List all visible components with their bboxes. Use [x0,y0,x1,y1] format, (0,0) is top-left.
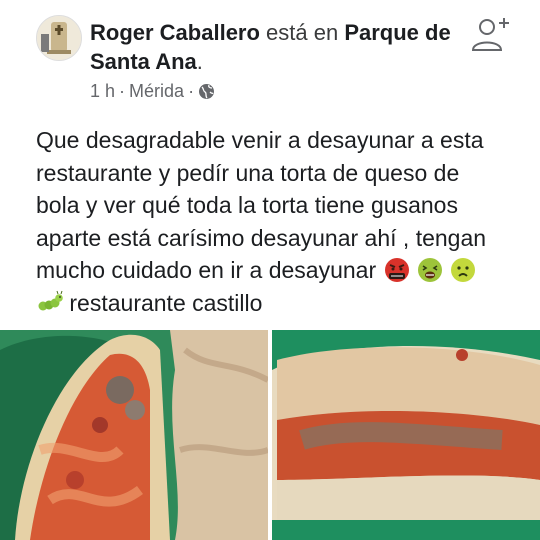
post-body: Que desagradable venir a desayunar a est… [36,124,516,319]
post-meta: 1 h · Mérida · [90,81,215,102]
sandwich-photo-left [0,330,268,540]
author-name[interactable]: Roger Caballero [90,20,260,45]
enraged-face-with-symbols-icon [384,258,409,282]
post-location[interactable]: Mérida [129,81,184,102]
post-text-line: restaurante castillo [69,289,263,316]
sick-face-icon [451,258,476,282]
photo-left[interactable] [0,330,268,540]
avatar[interactable] [36,15,82,61]
meta-separator: · [119,81,126,101]
post-header-line: Roger Caballero está en Parque de Santa … [90,18,470,76]
nauseated-face-icon [417,258,442,282]
globe-icon [199,84,215,99]
sandwich-photo-right [272,330,540,540]
add-friend-button[interactable] [470,16,512,54]
post-text-line: bola y ver qué toda la torta tiene gusan… [36,192,458,218]
header-trailing: . [196,49,203,74]
checkin-connector: está en [259,20,345,45]
post-text-line: restaurante y pedír una torta de queso d… [36,159,460,186]
photo-grid [0,330,540,540]
photo-right[interactable] [272,330,540,540]
post-text-line-with-emojis: mucho cuidado en ir a desayunar [36,254,516,287]
add-friend-icon [471,18,509,51]
caterpillar-icon [38,290,63,310]
profile-picture-icon [37,16,81,60]
post-text-line: mucho cuidado en ir a desayunar [36,257,377,283]
post-time[interactable]: 1 h [90,81,115,102]
meta-separator: · [188,81,195,101]
post-text-line-with-emoji: restaurante castillo [36,287,516,320]
post-text-line: aparte está carísimo desayunar ahí , ten… [36,224,487,251]
post-text-line: Que desagradable venir a desayunar a est… [36,127,484,153]
